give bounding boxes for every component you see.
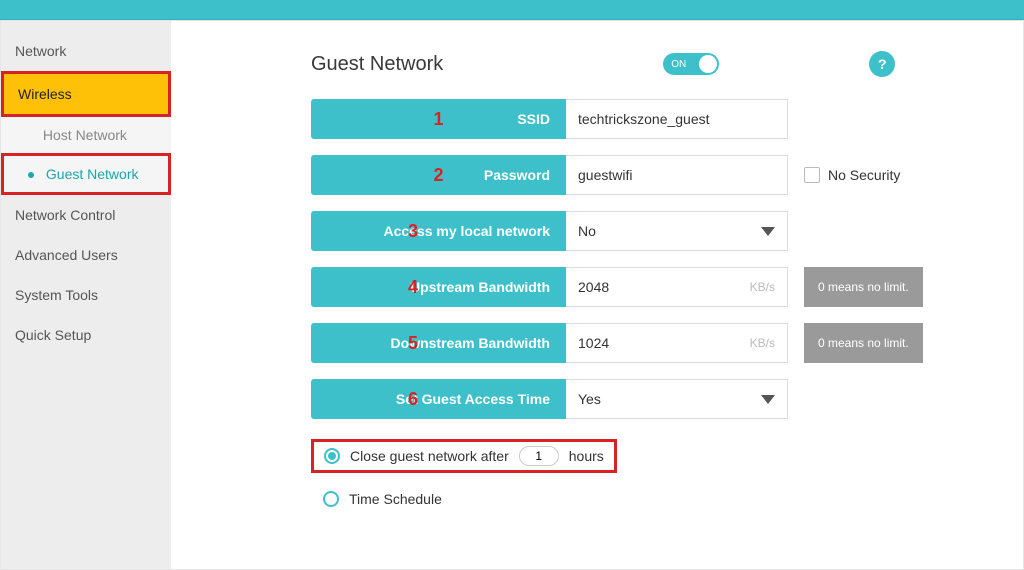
upstream-hint-wrap: 0 means no limit. bbox=[804, 267, 923, 307]
sidebar-item-quick-setup[interactable]: Quick Setup bbox=[1, 315, 171, 355]
sidebar-subitem-host-network[interactable]: Host Network bbox=[1, 117, 171, 153]
sidebar-item-network-control[interactable]: Network Control bbox=[1, 195, 171, 235]
top-bar bbox=[0, 0, 1024, 20]
access-time-select[interactable]: Yes bbox=[566, 379, 788, 419]
close-after-hours-input[interactable] bbox=[519, 446, 559, 466]
label-text: Password bbox=[484, 167, 550, 183]
label-upstream: 4 Upstream Bandwidth bbox=[311, 267, 566, 307]
upstream-input[interactable] bbox=[578, 279, 750, 295]
sidebar-subitem-label: Guest Network bbox=[46, 166, 139, 182]
bullet-icon bbox=[25, 133, 31, 139]
access-local-value: No bbox=[578, 223, 596, 239]
time-schedule-radio[interactable] bbox=[323, 491, 339, 507]
guest-network-toggle[interactable]: ON bbox=[663, 53, 719, 75]
row-downstream: 5 Downstream Bandwidth KB/s 0 means no l… bbox=[311, 323, 973, 363]
toggle-knob-icon bbox=[699, 55, 717, 73]
ssid-input[interactable] bbox=[578, 111, 775, 127]
label-password: 2 Password bbox=[311, 155, 566, 195]
page-header: Guest Network ON ? bbox=[311, 51, 973, 77]
no-security-checkbox[interactable] bbox=[804, 167, 820, 183]
sidebar-subitem-guest-network[interactable]: Guest Network bbox=[1, 153, 171, 195]
label-access-local: 3 Access my local network bbox=[311, 211, 566, 251]
no-security-label: No Security bbox=[828, 167, 900, 183]
main-panel: Guest Network ON ? 1 SSID 2 Password bbox=[171, 21, 1023, 569]
close-after-suffix: hours bbox=[569, 448, 604, 464]
downstream-hint-wrap: 0 means no limit. bbox=[804, 323, 923, 363]
access-time-value: Yes bbox=[578, 391, 601, 407]
upstream-unit: KB/s bbox=[750, 280, 775, 294]
downstream-unit: KB/s bbox=[750, 336, 775, 350]
row-ssid: 1 SSID bbox=[311, 99, 973, 139]
upstream-hint: 0 means no limit. bbox=[804, 267, 923, 307]
toggle-label: ON bbox=[671, 59, 686, 70]
annotation-1: 1 bbox=[433, 109, 443, 130]
annotation-4: 4 bbox=[408, 277, 418, 298]
sidebar-item-network[interactable]: Network bbox=[1, 31, 171, 71]
downstream-field-wrap: KB/s bbox=[566, 323, 788, 363]
close-after-prefix: Close guest network after bbox=[350, 448, 509, 464]
time-schedule-option: Time Schedule bbox=[317, 483, 973, 515]
radio-dot-icon bbox=[328, 452, 336, 460]
annotation-5: 5 bbox=[408, 333, 418, 354]
row-upstream: 4 Upstream Bandwidth KB/s 0 means no lim… bbox=[311, 267, 973, 307]
access-local-select[interactable]: No bbox=[566, 211, 788, 251]
sidebar-subitem-label: Host Network bbox=[43, 127, 127, 143]
annotation-3: 3 bbox=[408, 221, 418, 242]
ssid-field-wrap bbox=[566, 99, 788, 139]
row-password: 2 Password No Security bbox=[311, 155, 973, 195]
sidebar-item-advanced-users[interactable]: Advanced Users bbox=[1, 235, 171, 275]
password-input[interactable] bbox=[578, 167, 775, 183]
sidebar-item-system-tools[interactable]: System Tools bbox=[1, 275, 171, 315]
sidebar: Network Wireless Host Network Guest Netw… bbox=[1, 21, 171, 569]
time-schedule-label: Time Schedule bbox=[349, 491, 442, 507]
password-field-wrap bbox=[566, 155, 788, 195]
upstream-field-wrap: KB/s bbox=[566, 267, 788, 307]
row-access-time: 6 Set Guest Access Time Yes bbox=[311, 379, 973, 419]
label-text: SSID bbox=[517, 111, 550, 127]
app-container: Network Wireless Host Network Guest Netw… bbox=[0, 20, 1024, 570]
chevron-down-icon bbox=[761, 395, 775, 404]
sidebar-wireless-subgroup: Host Network Guest Network bbox=[1, 117, 171, 195]
close-after-option: Close guest network after hours bbox=[311, 439, 617, 473]
annotation-6: 6 bbox=[408, 389, 418, 410]
chevron-down-icon bbox=[761, 227, 775, 236]
downstream-input[interactable] bbox=[578, 335, 750, 351]
downstream-hint: 0 means no limit. bbox=[804, 323, 923, 363]
page-title: Guest Network bbox=[311, 53, 443, 76]
label-text: Upstream Bandwidth bbox=[410, 279, 550, 295]
label-text: Set Guest Access Time bbox=[396, 391, 550, 407]
label-access-time: 6 Set Guest Access Time bbox=[311, 379, 566, 419]
label-ssid: 1 SSID bbox=[311, 99, 566, 139]
row-access-local: 3 Access my local network No bbox=[311, 211, 973, 251]
no-security-group: No Security bbox=[804, 167, 900, 183]
close-after-radio[interactable] bbox=[324, 448, 340, 464]
help-button[interactable]: ? bbox=[869, 51, 895, 77]
label-downstream: 5 Downstream Bandwidth bbox=[311, 323, 566, 363]
bullet-icon bbox=[28, 172, 34, 178]
annotation-2: 2 bbox=[433, 165, 443, 186]
sidebar-item-wireless[interactable]: Wireless bbox=[1, 71, 171, 117]
